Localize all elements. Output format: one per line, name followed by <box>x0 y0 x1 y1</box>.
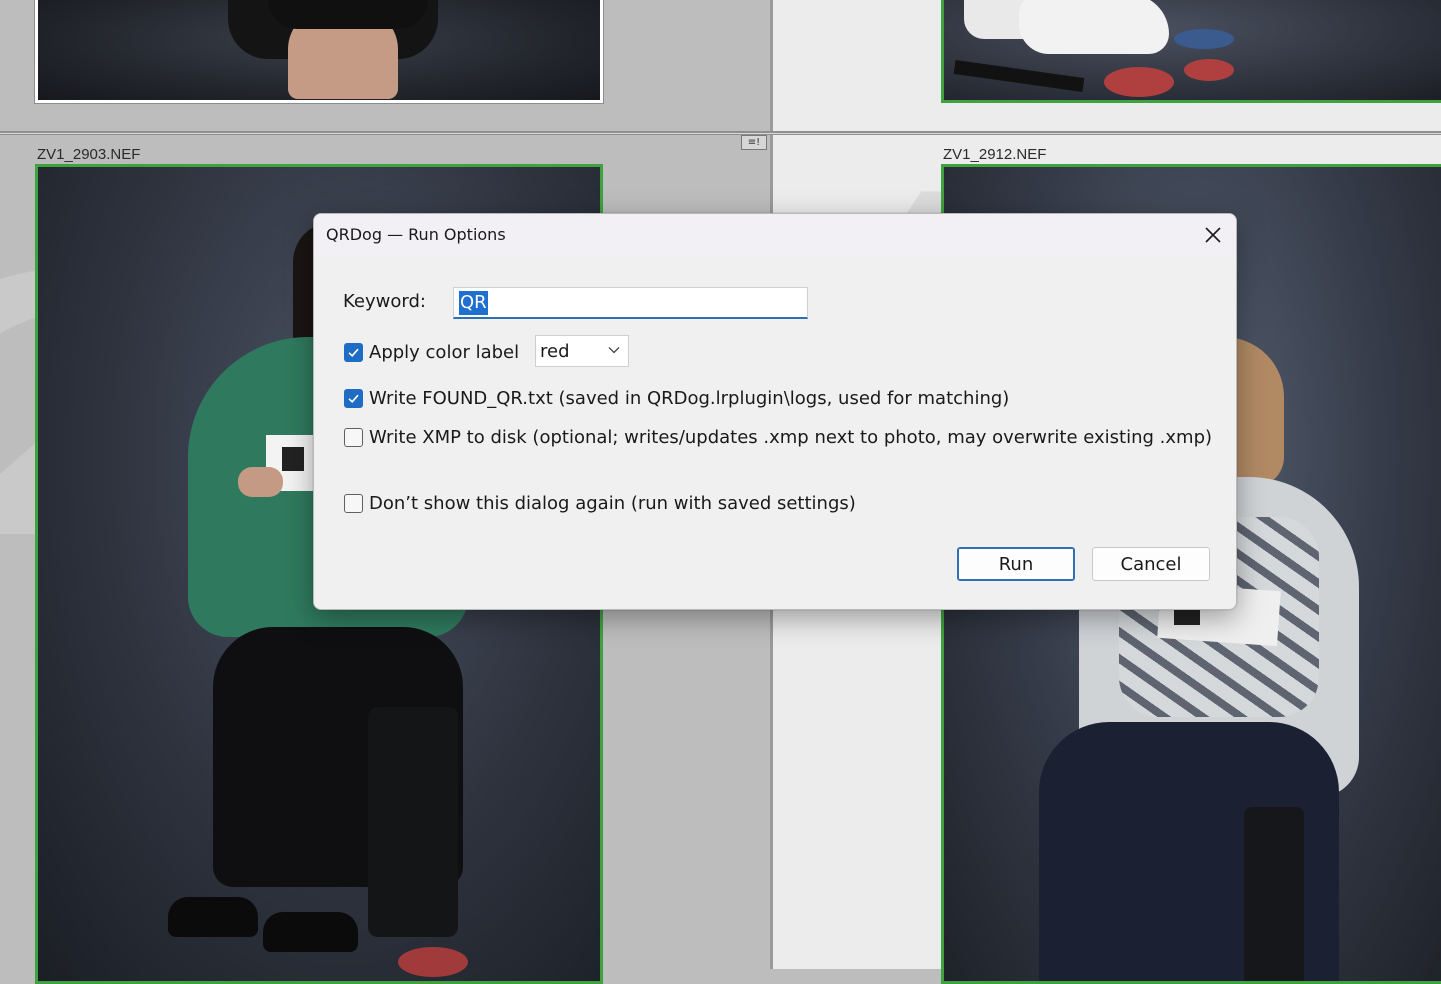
thumbnail-photo[interactable] <box>941 0 1441 103</box>
metadata-badge-icon[interactable]: ≡! <box>741 135 767 150</box>
keyword-input[interactable]: QR <box>453 287 808 319</box>
thumbnail-photo[interactable] <box>34 0 604 104</box>
cancel-button[interactable]: Cancel <box>1092 547 1210 581</box>
thumbnail-filename: ZV1_2912.NEF <box>943 146 1047 163</box>
run-button[interactable]: Run <box>957 547 1075 581</box>
color-label-select-value: red <box>540 340 570 362</box>
apply-color-label-text[interactable]: Apply color label <box>369 342 519 363</box>
chevron-down-icon <box>608 347 620 354</box>
close-button[interactable] <box>1190 214 1236 256</box>
dont-show-again-text[interactable]: Don’t show this dialog again (run with s… <box>369 493 856 514</box>
thumbnail-filename: ZV1_2903.NEF <box>37 146 141 163</box>
dialog-titlebar[interactable]: QRDog — Run Options <box>314 214 1236 256</box>
keyword-label: Keyword: <box>343 291 426 312</box>
write-xmp-text[interactable]: Write XMP to disk (optional; writes/upda… <box>369 427 1212 448</box>
keyword-input-value: QR <box>459 290 488 315</box>
color-label-select[interactable]: red <box>535 335 629 367</box>
dont-show-again-checkbox[interactable] <box>344 494 363 513</box>
write-found-qr-text[interactable]: Write FOUND_QR.txt (saved in QRDog.lrplu… <box>369 388 1009 409</box>
write-found-qr-checkbox[interactable] <box>344 389 363 408</box>
checkmark-icon <box>348 394 359 403</box>
run-options-dialog: QRDog — Run Options Keyword: QR Apply co… <box>313 213 1237 610</box>
grid-divider-highlight <box>0 133 1441 134</box>
checkmark-icon <box>348 348 359 357</box>
close-icon <box>1205 227 1221 243</box>
write-xmp-checkbox[interactable] <box>344 428 363 447</box>
apply-color-label-checkbox[interactable] <box>344 343 363 362</box>
dialog-title: QRDog — Run Options <box>326 225 506 244</box>
